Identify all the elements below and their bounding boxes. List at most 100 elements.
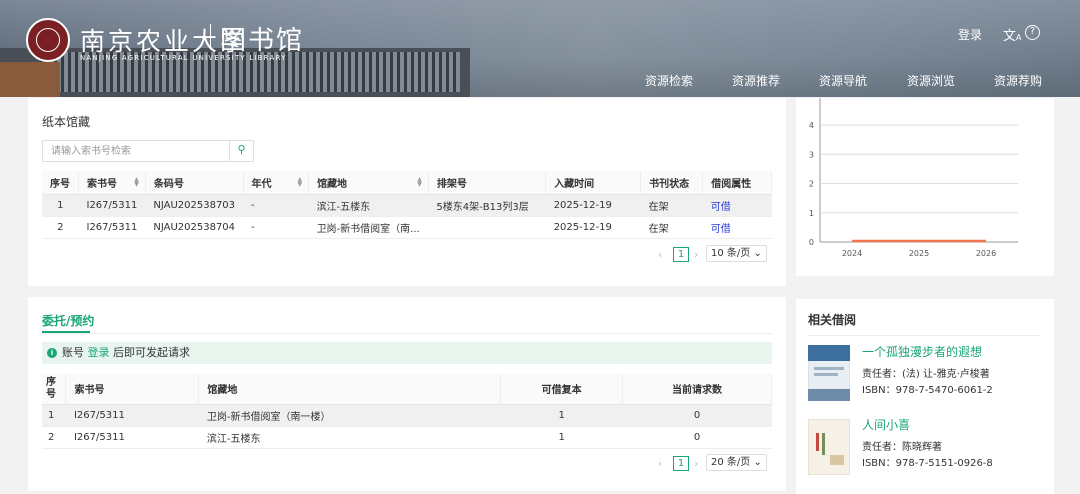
chart-y-tick-label: 3	[809, 150, 814, 159]
cell-location: 滨江-五楼东	[198, 426, 501, 449]
cell-year: -	[243, 216, 309, 239]
cell-barcode: NJAU202538703	[145, 194, 244, 217]
holdings-title: 纸本馆藏	[42, 115, 91, 129]
nav-resource-navigation[interactable]: 资源导航	[819, 72, 867, 89]
related-book-isbn: ISBN：978-7-5470-6061-2	[862, 385, 993, 396]
sort-icon[interactable]: ▲ ▼	[417, 177, 422, 188]
search-input[interactable]	[43, 141, 229, 161]
holdings-panel: 纸本馆藏 ⚲ 序号 索书号▲▼ 条码号 年代▲▼ 馆藏地▲▼ 排架号 入藏时间 …	[28, 98, 786, 286]
cell-call-number: I267/5311	[78, 216, 146, 239]
chart-x-tick-label: 2024	[842, 249, 862, 258]
table-row[interactable]: 1 I267/5311 NJAU202538703 - 滨江-五楼东 5楼东4架…	[42, 194, 772, 217]
chart-y-tick-label: 1	[809, 209, 814, 218]
col-location[interactable]: 馆藏地 ▲ ▼	[308, 171, 429, 195]
table-row[interactable]: 2 I267/5311 滨江-五楼东 1 0	[42, 426, 772, 449]
page-size-label: 20 条/页	[711, 457, 751, 468]
help-icon[interactable]: ?	[1025, 25, 1040, 40]
nav-resource-search[interactable]: 资源检索	[645, 72, 693, 89]
cell-requests: 0	[622, 426, 772, 449]
related-book-title[interactable]: 一个孤独漫步者的遐想	[862, 343, 982, 360]
col-no: 序号	[42, 171, 79, 195]
loan-link[interactable]: 可借	[702, 216, 772, 239]
col-status: 书刊状态	[640, 171, 704, 195]
page-number[interactable]: 1	[673, 456, 689, 471]
cell-location: 滨江-五楼东	[308, 194, 429, 217]
page-number[interactable]: 1	[673, 247, 689, 262]
building-brick-wall	[0, 62, 60, 97]
chevron-down-icon: ⌄	[753, 457, 762, 468]
reservation-panel: 委托/预约 i 账号 登录 后即可发起请求 序号 索书号 馆藏地 可借复本 当前…	[28, 297, 786, 491]
loan-link[interactable]: 可借	[702, 194, 772, 217]
table-row[interactable]: 2 I267/5311 NJAU202538704 - 卫岗-新书借阅室（南..…	[42, 216, 772, 239]
book-cover-2[interactable]	[808, 419, 850, 475]
chart-y-tick-label: 4	[809, 121, 814, 130]
related-book-isbn: ISBN：978-7-5151-0926-8	[862, 458, 993, 469]
library-name: 图书馆	[220, 26, 305, 56]
related-title: 相关借阅	[808, 313, 857, 327]
tab-reservation[interactable]: 委托/预约	[42, 312, 94, 329]
next-page-icon[interactable]: ›	[694, 457, 698, 470]
chart-x-tick-label: 2026	[976, 249, 996, 258]
name-separator	[210, 24, 211, 48]
table-row[interactable]: 1 I267/5311 卫岗-新书借阅室（南一楼） 1 0	[42, 404, 772, 427]
cell-status: 在架	[640, 216, 703, 239]
col-call-number: 索书号	[65, 374, 200, 405]
cell-date: 2025-12-19	[545, 216, 641, 239]
search-icon[interactable]: ⚲	[229, 141, 253, 161]
cell-no: 2	[42, 216, 79, 239]
related-book-author: 责任者：陈晓辉著	[862, 442, 942, 453]
cell-location: 卫岗-新书借阅室（南一楼）	[198, 404, 501, 427]
holdings-table: 序号 索书号 ▲ ▼ 条码号 年代 ▲ ▼ 馆藏地 ▲ ▼ 排架号 入藏时间 书刊状态 借阅…	[42, 171, 772, 239]
cell-barcode: NJAU202538704	[145, 216, 244, 239]
cell-copies: 1	[500, 426, 623, 449]
cell-status: 在架	[640, 194, 703, 217]
prev-page-icon[interactable]: ‹	[658, 248, 662, 261]
col-call-number[interactable]: 索书号 ▲ ▼	[78, 171, 146, 195]
page-size-label: 10 条/页	[711, 248, 751, 259]
cell-date: 2025-12-19	[545, 194, 641, 217]
reservation-header-row: 序号 索书号 馆藏地 可借复本 当前请求数	[42, 374, 772, 405]
login-notice: i 账号 登录 后即可发起请求	[42, 342, 772, 364]
university-logo[interactable]	[26, 18, 70, 62]
col-year[interactable]: 年代 ▲ ▼	[243, 171, 310, 195]
chart-y-tick-label: 2	[809, 180, 814, 189]
chart-y-tick-label: 0	[809, 238, 814, 247]
cell-copies: 1	[500, 404, 623, 427]
nav-resource-recommend[interactable]: 资源推荐	[732, 72, 780, 89]
book-cover-1[interactable]	[808, 345, 850, 401]
cell-year: -	[243, 194, 309, 217]
col-copies: 可借复本	[500, 374, 624, 405]
reservation-table: 序号 索书号 馆藏地 可借复本 当前请求数 1 I267/5311 卫岗-新书借…	[42, 374, 772, 449]
related-loans-panel: 相关借阅 一个孤独漫步者的遐想 责任者：(法) 让-雅克·卢梭著 ISBN：97…	[796, 299, 1054, 494]
page-size-select[interactable]: 20 条/页 ⌄	[706, 454, 767, 471]
prev-page-icon[interactable]: ‹	[658, 457, 662, 470]
chart-grid	[819, 98, 1018, 243]
chart-y-ticks: 0 1 2 3 4	[809, 121, 814, 247]
sort-icon[interactable]: ▲ ▼	[134, 177, 139, 188]
university-english-name: NANJING AGRICULTURAL UNIVERSITY LIBRARY	[80, 54, 287, 62]
login-link[interactable]: 登录	[958, 26, 982, 43]
related-divider	[808, 335, 1040, 336]
col-requests: 当前请求数	[622, 374, 772, 405]
page-size-select[interactable]: 10 条/页 ⌄	[706, 245, 767, 262]
related-book-author: 责任者：(法) 让-雅克·卢梭著	[862, 369, 990, 380]
info-icon: i	[47, 348, 57, 358]
cell-shelf: 5楼东4架-B13列3层	[428, 194, 546, 217]
sort-icon[interactable]: ▲ ▼	[297, 177, 302, 188]
cell-call-number: I267/5311	[78, 194, 146, 217]
cell-no: 1	[42, 404, 66, 427]
translate-icon[interactable]: 文A	[1003, 25, 1022, 44]
related-book-title[interactable]: 人间小喜	[862, 416, 910, 433]
year-chart: 0 1 2 3 4 2024 2025 2026	[809, 98, 1018, 258]
call-number-search: ⚲	[42, 140, 254, 162]
next-page-icon[interactable]: ›	[694, 248, 698, 261]
holdings-header-row: 序号 索书号 ▲ ▼ 条码号 年代 ▲ ▼ 馆藏地 ▲ ▼ 排架号 入藏时间 书刊状态 借阅…	[42, 171, 772, 195]
col-loan: 借阅属性	[702, 171, 772, 195]
cell-requests: 0	[622, 404, 772, 427]
notice-login-link[interactable]: 登录	[88, 346, 110, 359]
nav-resource-purchase[interactable]: 资源荐购	[994, 72, 1042, 89]
col-location: 馆藏地	[198, 374, 502, 405]
col-barcode: 条码号	[145, 171, 244, 195]
cell-call-number: I267/5311	[65, 426, 199, 449]
nav-resource-browse[interactable]: 资源浏览	[907, 72, 955, 89]
